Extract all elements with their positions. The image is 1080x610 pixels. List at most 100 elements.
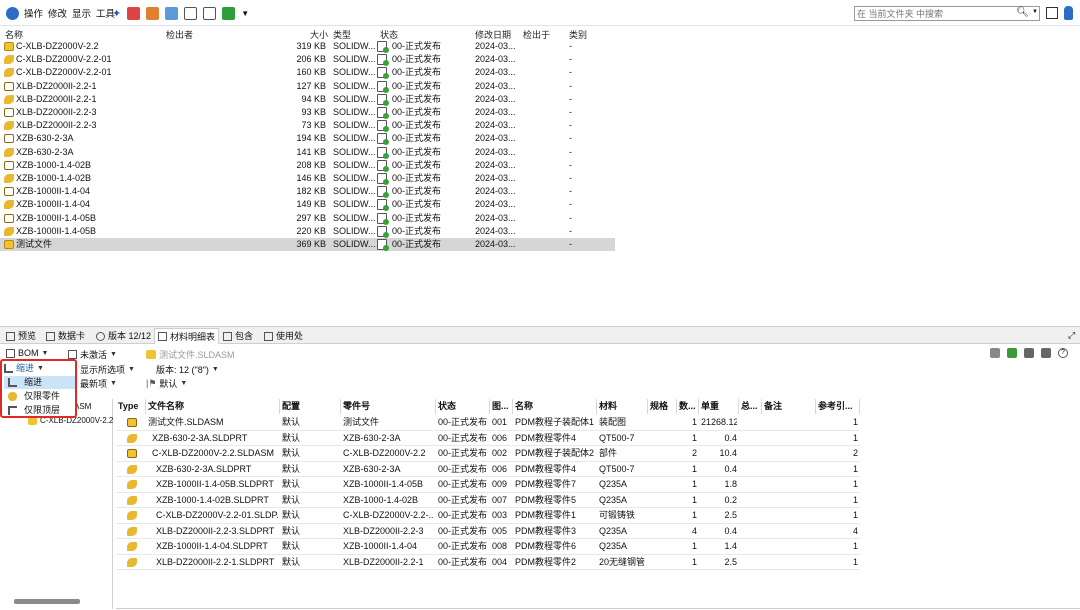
menu-action[interactable]: 操作	[24, 6, 43, 20]
tab-datacard[interactable]: 数据卡	[46, 330, 85, 342]
help-icon[interactable]: ?	[1058, 348, 1068, 358]
bom-row[interactable]: XZB-1000-1.4-02B.SLDPRT 默认 XZB-1000-1.4-02…	[116, 493, 860, 508]
find-icon[interactable]	[1041, 348, 1051, 358]
file-row[interactable]: C-XLB-DZ2000V-2.2-01 160 KB SOLIDW... 00-正式…	[0, 66, 615, 80]
file-row[interactable]: C-XLB-DZ2000V-2.2 319 KB SOLIDW... 00-正式发布 2…	[0, 40, 615, 53]
bom-row[interactable]: XZB-1000II-1.4-04.SLDPRT 默认 XZB-1000II-1.4…	[116, 539, 860, 555]
bom-file: XLB-DZ2000II-2.2-1.SLDPRT	[156, 556, 275, 567]
bom-row[interactable]: XLB-DZ2000II-2.2-3.SLDPRT 默认 XLB-DZ2000II-…	[116, 524, 860, 539]
search-input[interactable]	[857, 7, 1017, 20]
view-options-icon[interactable]	[990, 348, 1000, 358]
file-row[interactable]: 测试文件 369 KB SOLIDW... 00-正式发布 2024-03... -	[0, 238, 615, 251]
file-category: -	[569, 239, 572, 249]
file-row[interactable]: XZB-1000-1.4-02B 146 KB SOLIDW... 00-正式发布 20…	[0, 172, 615, 185]
file-row[interactable]: XZB-1000-1.4-02B 208 KB SOLIDW... 00-正式发布 20…	[0, 159, 615, 172]
top-toolbar: 操作 修改 显示 工具 ✦ ▼ 🔍︎ ▼	[0, 0, 1080, 26]
file-row[interactable]: XLB-DZ2000II-2.2-3 93 KB SOLIDW... 00-正式发布 2…	[0, 106, 615, 119]
check-out-icon[interactable]	[127, 6, 141, 20]
expand-icon[interactable]: ⤢	[1068, 330, 1075, 341]
file-category: -	[569, 173, 572, 183]
bom-row[interactable]: XLB-DZ2000II-2.2-1.SLDPRT 默认 XLB-DZ2000II-…	[116, 555, 860, 570]
bom-col-header[interactable]: 状态	[436, 399, 490, 414]
bom-col-header[interactable]: 单重	[699, 399, 739, 414]
bom-material: 可锻铸铁	[599, 510, 636, 520]
file-state: 00-正式发布	[392, 159, 442, 170]
show-selected-dropdown[interactable]: 显示所选项 ▼	[80, 363, 135, 376]
file-row[interactable]: XZB-630-2-3A 141 KB SOLIDW... 00-正式发布 2024-0…	[0, 146, 615, 159]
file-row[interactable]: XZB-1000II-1.4-04 149 KB SOLIDW... 00-正式发布 2…	[0, 198, 615, 212]
bom-row[interactable]: XZB-1000II-1.4-05B.SLDPRT 默认 XZB-1000II-1.…	[116, 477, 860, 493]
print-icon[interactable]	[1024, 348, 1034, 358]
menu-display[interactable]: 显示	[72, 6, 91, 20]
bom-col-header[interactable]: 图...	[490, 399, 513, 414]
export-icon[interactable]	[1007, 348, 1017, 358]
search-box[interactable]: 🔍︎ ▼	[854, 6, 1040, 21]
file-category: -	[569, 120, 572, 131]
file-category: -	[569, 146, 572, 157]
bom-dropdown[interactable]: BOM ▼	[6, 348, 48, 358]
bom-state: 00-正式发布	[438, 541, 488, 551]
tab-contains[interactable]: 包含	[223, 330, 253, 342]
tab-where-used[interactable]: 使用处	[264, 330, 303, 342]
bom-col-header[interactable]: 参考引...	[816, 399, 860, 414]
change-state-icon[interactable]	[222, 6, 236, 20]
document-search-icon[interactable]	[203, 6, 217, 20]
dropdown-item-parts-only[interactable]: 仅限零件	[4, 390, 75, 403]
version-dropdown[interactable]: 版本: 12 ("8") ▼	[156, 363, 219, 376]
bom-col-header[interactable]: 零件号	[341, 399, 436, 414]
bom-col-header[interactable]: 材料	[597, 399, 648, 414]
menu-modify[interactable]: 修改	[48, 6, 67, 20]
tree-horizontal-scrollbar[interactable]	[14, 599, 80, 604]
file-size: 141 KB	[296, 146, 326, 157]
file-row[interactable]: XZB-630-2-3A 194 KB SOLIDW... 00-正式发布 2024-0…	[0, 132, 615, 146]
bom-row[interactable]: XZB-630-2-3A.SLDPRT 默认 XZB-630-2-3A 00-正式发布…	[116, 462, 860, 477]
user-icon[interactable]	[1064, 6, 1073, 20]
dropdown-item-indent[interactable]: 缩进	[4, 376, 75, 389]
drawing-icon	[4, 213, 14, 223]
file-row[interactable]: XLB-DZ2000II-2.2-1 94 KB SOLIDW... 00-正式发布 2…	[0, 93, 615, 106]
bom-row[interactable]: XZB-630-2-3A.SLDPRT 默认 XZB-630-2-3A 00-正式发布…	[116, 431, 860, 446]
indent-dropdown-button[interactable]: 缩进 ▼	[4, 362, 44, 375]
bom-col-header[interactable]: Type	[116, 399, 146, 414]
file-row[interactable]: XZB-1000II-1.4-05B 220 KB SOLIDW... 00-正式发布…	[0, 225, 615, 238]
back-icon[interactable]	[6, 5, 19, 21]
tab-version[interactable]: 版本 12/12	[96, 330, 151, 342]
bom-row[interactable]: C-XLB-DZ2000V-2.2-01.SLDP... 默认 C-XLB-DZ20…	[116, 508, 860, 524]
file-row[interactable]: XLB-DZ2000II-2.2-3 73 KB SOLIDW... 00-正式发布 2…	[0, 119, 615, 133]
bom-col-header[interactable]: 备注	[762, 399, 816, 414]
bom-table: Type 文件名称 配置 零件号 状态 图... 名称 材料 规格 数... 单重 总... 备注 参考引…	[116, 399, 860, 571]
bom-col-header[interactable]: 规格	[648, 399, 677, 414]
preview-icon	[6, 331, 15, 341]
bom-config: 默认	[282, 525, 301, 536]
bom-col-header[interactable]: 配置	[280, 399, 341, 414]
search-dropdown-icon[interactable]: ▼	[1032, 9, 1038, 15]
state-icon	[377, 173, 389, 185]
file-name: XLB-DZ2000II-2.2-1	[16, 93, 97, 104]
file-date: 2024-03...	[475, 212, 516, 223]
get-latest-icon[interactable]	[165, 6, 179, 20]
bom-col-header[interactable]: 名称	[513, 399, 597, 414]
tab-preview[interactable]: 预览	[6, 330, 36, 342]
search-options-icon[interactable]	[1046, 7, 1058, 19]
file-row[interactable]: XZB-1000II-1.4-05B 297 KB SOLIDW... 00-正式发布…	[0, 212, 615, 225]
bom-col-header[interactable]: 数...	[677, 399, 699, 414]
file-type: SOLIDW...	[333, 173, 375, 183]
bom-col-header[interactable]: 文件名称	[146, 399, 280, 414]
file-row[interactable]: C-XLB-DZ2000V-2.2-01 206 KB SOLIDW... 00-正式…	[0, 53, 615, 67]
file-row[interactable]: XLB-DZ2000II-2.2-1 127 KB SOLIDW... 00-正式发布…	[0, 80, 615, 93]
more-dropdown-icon[interactable]: ▼	[241, 9, 249, 18]
dropdown-item-top-level-only[interactable]: 仅限顶层	[4, 404, 75, 417]
pin-icon[interactable]: ✦	[112, 7, 121, 20]
bom-row[interactable]: 测试文件.SLDASM 默认 测试文件 00-正式发布 001 PDM教程子装配体1 装配图…	[116, 415, 860, 431]
tab-bom[interactable]: 材料明细表	[154, 328, 220, 344]
bom-row[interactable]: C-XLB-DZ2000V-2.2.SLDASM 默认 C-XLB-DZ2000V-…	[116, 446, 860, 462]
document-icon[interactable]	[184, 6, 198, 20]
bom-col-header[interactable]: 总...	[739, 399, 762, 414]
assembly-icon	[127, 418, 137, 427]
latest-dropdown[interactable]: 最新项 ▼	[80, 377, 117, 390]
file-category: -	[569, 67, 572, 78]
check-in-icon[interactable]	[146, 6, 160, 20]
configuration-dropdown[interactable]: |⚑ 默认 ▼	[146, 377, 187, 390]
file-row[interactable]: XZB-1000II-1.4-04 182 KB SOLIDW... 00-正式发布 2…	[0, 185, 615, 199]
search-icon[interactable]: 🔍︎	[1016, 7, 1029, 18]
